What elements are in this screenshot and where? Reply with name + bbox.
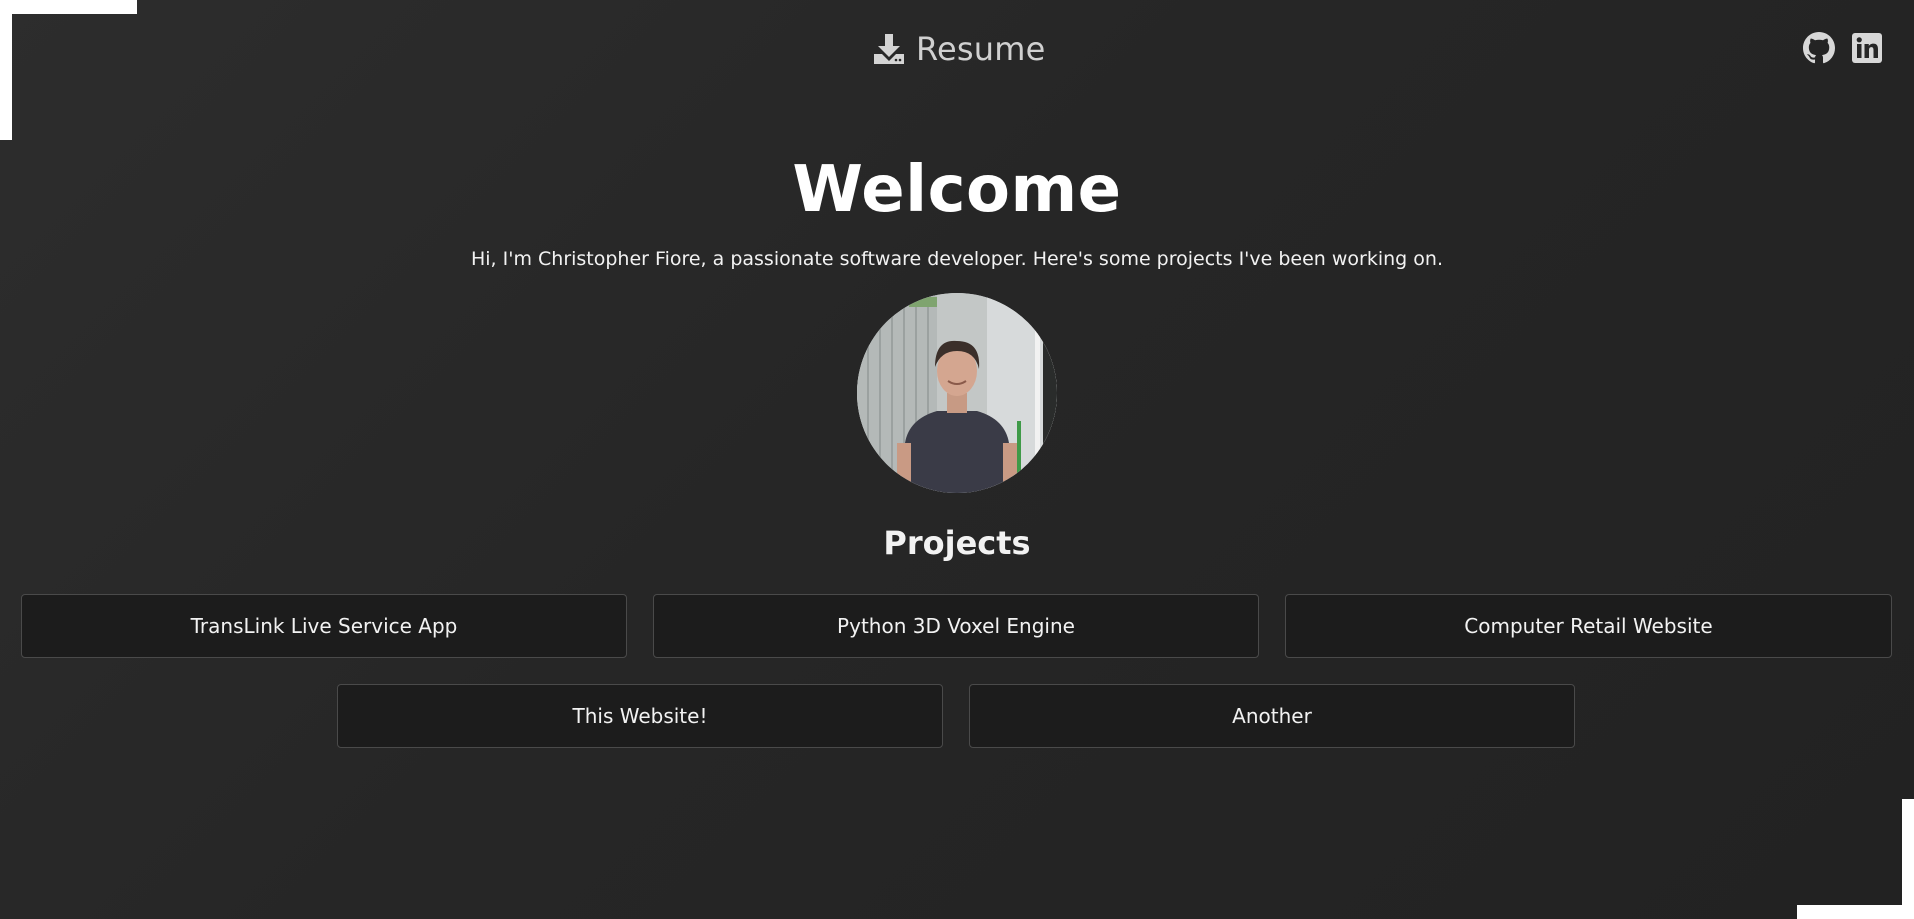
project-card-label: Computer Retail Website — [1464, 614, 1713, 638]
resume-label: Resume — [916, 30, 1046, 68]
linkedin-link[interactable] — [1851, 32, 1883, 64]
corner-frame-left-side — [0, 0, 12, 140]
avatar — [857, 293, 1057, 493]
project-card-label: Another — [1232, 704, 1312, 728]
corner-frame-top-left — [0, 0, 137, 14]
page-title: Welcome — [792, 153, 1122, 227]
project-card-label: TransLink Live Service App — [190, 614, 458, 638]
corner-frame-right-side — [1902, 799, 1914, 919]
corner-frame-bottom-right — [1797, 905, 1914, 919]
project-card-label: Python 3D Voxel Engine — [837, 614, 1075, 638]
project-card-label: This Website! — [572, 704, 708, 728]
project-card-another[interactable]: Another — [969, 684, 1575, 748]
project-card-retail-website[interactable]: Computer Retail Website — [1285, 594, 1892, 658]
intro-text: Hi, I'm Christopher Fiore, a passionate … — [470, 248, 1443, 270]
github-icon — [1803, 32, 1835, 64]
linkedin-icon — [1851, 32, 1883, 64]
download-icon — [872, 32, 906, 66]
project-card-voxel-engine[interactable]: Python 3D Voxel Engine — [653, 594, 1259, 658]
social-links — [1803, 32, 1883, 64]
resume-download-link[interactable]: Resume — [872, 28, 1046, 70]
project-card-this-website[interactable]: This Website! — [337, 684, 943, 748]
project-card-translink[interactable]: TransLink Live Service App — [21, 594, 627, 658]
projects-heading: Projects — [883, 524, 1031, 562]
github-link[interactable] — [1803, 32, 1835, 64]
